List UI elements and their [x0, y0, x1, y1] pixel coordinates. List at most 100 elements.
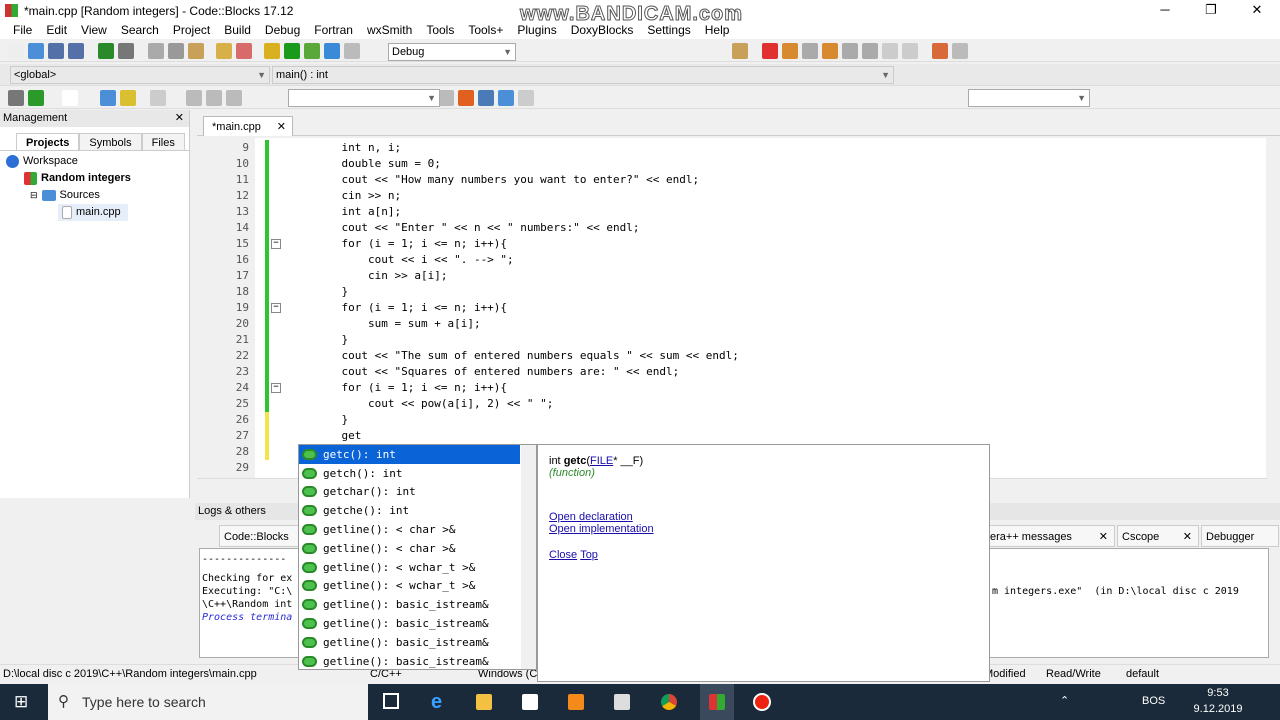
- abort-icon[interactable]: [344, 42, 360, 59]
- open-implementation-link[interactable]: Open implementation: [549, 523, 654, 535]
- type-link[interactable]: FILE: [590, 455, 613, 467]
- menu-project[interactable]: Project: [166, 21, 217, 39]
- cut-icon[interactable]: [148, 42, 164, 59]
- comment-icon[interactable]: [62, 89, 78, 106]
- menu-plugins[interactable]: Plugins: [510, 21, 563, 39]
- close-tab-icon[interactable]: ✕: [1099, 526, 1108, 548]
- autocomplete-scrollbar[interactable]: [521, 445, 536, 669]
- debug-run-icon[interactable]: [762, 42, 778, 59]
- save-icon[interactable]: [48, 42, 64, 59]
- autocomplete-item[interactable]: getline(): < char >&: [299, 539, 536, 558]
- collapse-icon[interactable]: ⊟: [30, 187, 38, 204]
- open-declaration-link[interactable]: Open declaration: [549, 511, 633, 523]
- task-view-icon[interactable]: [383, 693, 399, 709]
- language-indicator[interactable]: BOS: [1142, 695, 1165, 707]
- code-line[interactable]: 26 }: [197, 412, 1267, 428]
- save-all-icon[interactable]: [68, 42, 84, 59]
- wrench-icon[interactable]: [150, 89, 166, 106]
- menu-view[interactable]: View: [74, 21, 114, 39]
- codeblocks-taskbar-button[interactable]: [700, 684, 734, 720]
- chrome-icon[interactable]: [661, 694, 677, 710]
- tab-symbols[interactable]: Symbols: [79, 133, 142, 150]
- debug-windows-icon[interactable]: [932, 42, 948, 59]
- code-line[interactable]: 12 cin >> n;: [197, 188, 1267, 204]
- code-line[interactable]: 25 cout << pow(a[i], 2) << " ";: [197, 396, 1267, 412]
- menu-settings[interactable]: Settings: [640, 21, 697, 39]
- find-icon[interactable]: [216, 42, 232, 59]
- menu-fortran[interactable]: Fortran: [307, 21, 360, 39]
- open-icon[interactable]: [28, 42, 44, 59]
- menu-search[interactable]: Search: [114, 21, 166, 39]
- redo-icon[interactable]: [118, 42, 134, 59]
- editor-vertical-scrollbar[interactable]: [1266, 138, 1280, 478]
- menu-doxyblocks[interactable]: DoxyBlocks: [564, 21, 641, 39]
- search-combo[interactable]: ▼: [288, 89, 440, 107]
- doxy-icon[interactable]: [100, 89, 116, 106]
- menu-tools[interactable]: Tools+: [461, 21, 510, 39]
- close-button[interactable]: ✕: [1234, 0, 1280, 20]
- autocomplete-item[interactable]: getline(): basic_istream&: [299, 595, 536, 614]
- step-out-icon[interactable]: [842, 42, 858, 59]
- pause-icon[interactable]: [882, 42, 898, 59]
- code-line[interactable]: 16 cout << i << ". --> ";: [197, 252, 1267, 268]
- replace-icon[interactable]: [236, 42, 252, 59]
- target-options-icon[interactable]: [732, 42, 748, 59]
- build-icon[interactable]: [264, 42, 280, 59]
- menu-tools[interactable]: Tools: [419, 21, 461, 39]
- menu-edit[interactable]: Edit: [39, 21, 74, 39]
- info-icon[interactable]: [952, 42, 968, 59]
- minimize-button[interactable]: ─: [1142, 0, 1188, 20]
- clock-date[interactable]: 9.12.2019: [1188, 703, 1248, 715]
- code-line[interactable]: 19 − for (i = 1; i <= n; i++){: [197, 300, 1267, 316]
- match-case-icon[interactable]: [498, 89, 514, 106]
- maximize-button[interactable]: ❐: [1188, 0, 1234, 20]
- autocomplete-item[interactable]: getline(): basic_istream&: [299, 652, 536, 671]
- bookmark-icon[interactable]: [206, 89, 222, 106]
- code-line[interactable]: 22 cout << "The sum of entered numbers e…: [197, 348, 1267, 364]
- tab-main-cpp[interactable]: *main.cpp ✕: [203, 116, 293, 136]
- bandicam-record-icon[interactable]: [753, 693, 771, 711]
- tree-file-main[interactable]: main.cpp: [58, 204, 128, 221]
- autocomplete-item[interactable]: getline(): basic_istream&: [299, 633, 536, 652]
- close-tab-icon[interactable]: ✕: [277, 117, 286, 137]
- code-line[interactable]: 20 sum = sum + a[i];: [197, 316, 1267, 332]
- windows-start-icon[interactable]: ⊞: [14, 692, 28, 712]
- menu-help[interactable]: Help: [698, 21, 737, 39]
- tab-files[interactable]: Files: [141, 133, 185, 150]
- stop-debug-icon[interactable]: [902, 42, 918, 59]
- rebuild-icon[interactable]: [324, 42, 340, 59]
- autocomplete-item[interactable]: getline(): basic_istream&: [299, 614, 536, 633]
- autocomplete-item[interactable]: getline(): < char >&: [299, 520, 536, 539]
- code-line[interactable]: 15 − for (i = 1; i <= n; i++){: [197, 236, 1267, 252]
- paste-icon[interactable]: [188, 42, 204, 59]
- autocomplete-item[interactable]: getche(): int: [299, 501, 536, 520]
- tray-chevron-icon[interactable]: ⌃: [1060, 694, 1069, 707]
- next-instruction-icon[interactable]: [862, 42, 878, 59]
- taskbar-search[interactable]: ⚲ Type here to search: [48, 684, 368, 720]
- menu-file[interactable]: File: [6, 21, 39, 39]
- regex-icon[interactable]: [518, 89, 534, 106]
- code-line[interactable]: 23 cout << "Squares of entered numbers a…: [197, 364, 1267, 380]
- media-player-icon[interactable]: [568, 694, 584, 710]
- menu-build[interactable]: Build: [217, 21, 258, 39]
- forward-icon[interactable]: [438, 89, 454, 106]
- tab-projects[interactable]: Projects: [16, 133, 80, 150]
- compiler-icon[interactable]: [8, 89, 24, 106]
- run-to-cursor-icon[interactable]: [782, 42, 798, 59]
- find-input[interactable]: ▼: [968, 89, 1090, 107]
- fold-toggle-icon[interactable]: −: [271, 383, 281, 393]
- fold-toggle-icon[interactable]: −: [271, 303, 281, 313]
- tree-project[interactable]: Random integers: [0, 170, 189, 187]
- jump-icon[interactable]: [28, 89, 44, 106]
- function-select[interactable]: main() : int ▼: [272, 66, 894, 84]
- file-explorer-icon[interactable]: [476, 694, 492, 710]
- code-line[interactable]: 14 cout << "Enter " << n << " numbers:" …: [197, 220, 1267, 236]
- code-line[interactable]: 13 int a[n];: [197, 204, 1267, 220]
- app-icon[interactable]: [614, 694, 630, 710]
- tab-debugger[interactable]: Debugger: [1201, 525, 1279, 547]
- tree-sources[interactable]: ⊟ Sources: [0, 187, 189, 204]
- doxy-help-icon[interactable]: [120, 89, 136, 106]
- menu-wxsmith[interactable]: wxSmith: [360, 21, 419, 39]
- step-into-icon[interactable]: [822, 42, 838, 59]
- copy-icon[interactable]: [168, 42, 184, 59]
